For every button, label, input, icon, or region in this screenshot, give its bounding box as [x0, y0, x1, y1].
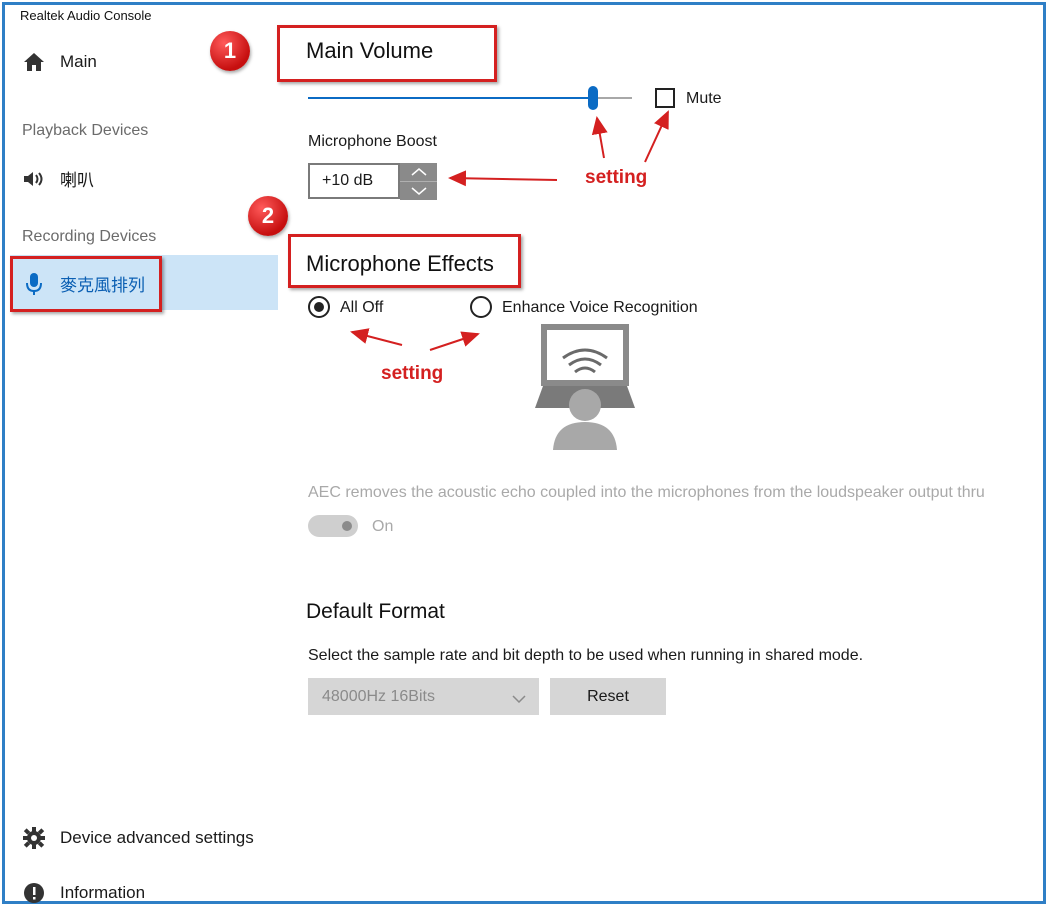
radio-enhance-voice-label: Enhance Voice Recognition — [502, 299, 698, 316]
aec-toggle[interactable] — [308, 515, 358, 537]
radio-enhance-voice-recognition[interactable] — [470, 296, 492, 318]
annotation-badge-2: 2 — [248, 196, 288, 236]
aec-description: AEC removes the acoustic echo coupled in… — [308, 484, 985, 501]
sample-rate-select[interactable]: 48000Hz 16Bits — [308, 678, 539, 715]
radio-selected-dot — [314, 302, 324, 312]
toggle-knob — [342, 521, 352, 531]
chevron-down-icon — [512, 690, 526, 708]
radio-all-off-label: All Off — [340, 299, 384, 316]
microphone-effects-heading: Microphone Effects — [306, 251, 494, 276]
default-format-description: Select the sample rate and bit depth to … — [308, 647, 864, 664]
aec-toggle-label: On — [372, 518, 394, 535]
annotation-arrows — [350, 110, 669, 351]
reset-button[interactable]: Reset — [550, 678, 666, 715]
radio-all-off[interactable] — [308, 296, 330, 318]
laptop-user-illustration — [535, 322, 637, 457]
default-format-heading: Default Format — [306, 600, 445, 623]
sample-rate-value: 48000Hz 16Bits — [322, 687, 435, 705]
annotation-setting-label: setting — [381, 363, 444, 384]
annotation-setting-label: setting — [585, 167, 648, 188]
